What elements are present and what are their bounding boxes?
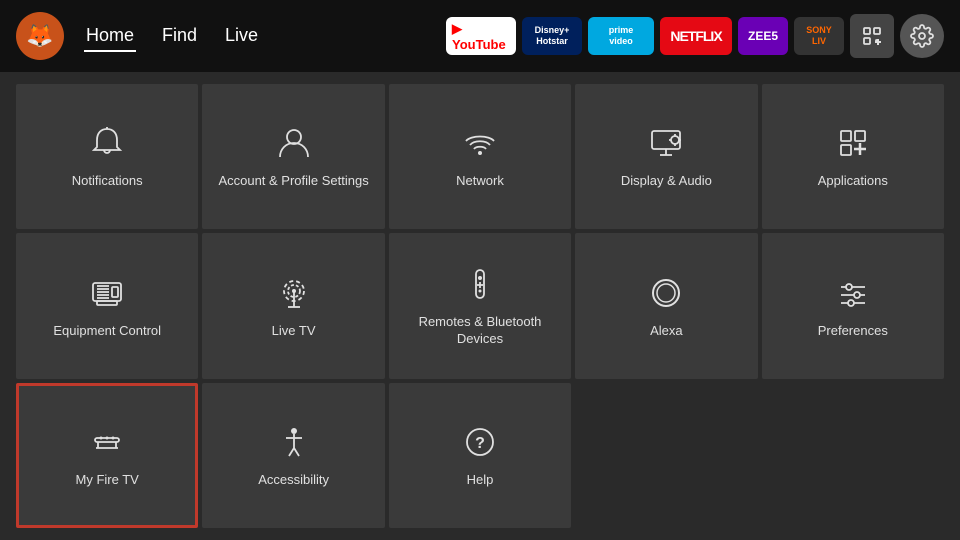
help-icon: ? xyxy=(460,422,500,462)
prime-app-icon[interactable]: primevideo xyxy=(588,17,654,55)
netflix-app-icon[interactable]: NETFLIX xyxy=(660,17,732,55)
tile-network-label: Network xyxy=(456,173,504,190)
tile-preferences-label: Preferences xyxy=(818,323,888,340)
tile-applications-label: Applications xyxy=(818,173,888,190)
tile-equipment-label: Equipment Control xyxy=(53,323,161,340)
tile-applications[interactable]: Applications xyxy=(762,84,944,229)
tile-network[interactable]: Network xyxy=(389,84,571,229)
wifi-icon xyxy=(460,123,500,163)
tile-remotes-bluetooth[interactable]: Remotes & Bluetooth Devices xyxy=(389,233,571,378)
tile-account-label: Account & Profile Settings xyxy=(218,173,368,190)
tile-equipment-control[interactable]: Equipment Control xyxy=(16,233,198,378)
tile-account-profile[interactable]: Account & Profile Settings xyxy=(202,84,384,229)
nav-links: Home Find Live xyxy=(84,21,260,52)
tile-accessibility-label: Accessibility xyxy=(258,472,329,489)
nav-apps: ▶ YouTube Disney+Hotstar primevideo NETF… xyxy=(446,14,944,58)
tile-alexa[interactable]: Alexa xyxy=(575,233,757,378)
display-icon xyxy=(646,123,686,163)
tile-my-fire-tv-label: My Fire TV xyxy=(76,472,139,489)
settings-gear-icon[interactable] xyxy=(900,14,944,58)
disney-app-icon[interactable]: Disney+Hotstar xyxy=(522,17,582,55)
apps-icon xyxy=(833,123,873,163)
svg-text:?: ? xyxy=(475,435,485,452)
firetv-icon xyxy=(87,422,127,462)
accessibility-icon xyxy=(274,422,314,462)
tile-display-audio[interactable]: Display & Audio xyxy=(575,84,757,229)
main-content: Notifications Account & Profile Settings xyxy=(0,72,960,540)
sliders-icon xyxy=(833,273,873,313)
top-nav: 🦊 Home Find Live ▶ YouTube Disney+Hotsta… xyxy=(0,0,960,72)
tile-live-tv[interactable]: Live TV xyxy=(202,233,384,378)
tile-help-label: Help xyxy=(467,472,494,489)
tile-my-fire-tv[interactable]: My Fire TV xyxy=(16,383,198,528)
remote-icon xyxy=(460,264,500,304)
person-icon xyxy=(274,123,314,163)
empty-cell-1 xyxy=(575,383,757,528)
tile-notifications[interactable]: Notifications xyxy=(16,84,198,229)
youtube-app-icon[interactable]: ▶ YouTube xyxy=(446,17,516,55)
nav-home[interactable]: Home xyxy=(84,21,136,52)
tile-help[interactable]: ? Help xyxy=(389,383,571,528)
tile-alexa-label: Alexa xyxy=(650,323,683,340)
nav-find[interactable]: Find xyxy=(160,21,199,52)
empty-cell-2 xyxy=(762,383,944,528)
tile-live-tv-label: Live TV xyxy=(272,323,316,340)
nav-live[interactable]: Live xyxy=(223,21,260,52)
tile-remotes-label: Remotes & Bluetooth Devices xyxy=(397,314,563,348)
sony-app-icon[interactable]: SONYLIV xyxy=(794,17,844,55)
tile-preferences[interactable]: Preferences xyxy=(762,233,944,378)
grid-button[interactable] xyxy=(850,14,894,58)
antenna-icon xyxy=(274,273,314,313)
alexa-icon xyxy=(646,273,686,313)
bell-icon xyxy=(87,123,127,163)
zee5-app-icon[interactable]: ZEE5 xyxy=(738,17,788,55)
tile-accessibility[interactable]: Accessibility xyxy=(202,383,384,528)
tile-notifications-label: Notifications xyxy=(72,173,143,190)
nav-logo[interactable]: 🦊 xyxy=(16,12,64,60)
tv-icon xyxy=(87,273,127,313)
tile-display-label: Display & Audio xyxy=(621,173,712,190)
settings-grid: Notifications Account & Profile Settings xyxy=(16,84,944,528)
